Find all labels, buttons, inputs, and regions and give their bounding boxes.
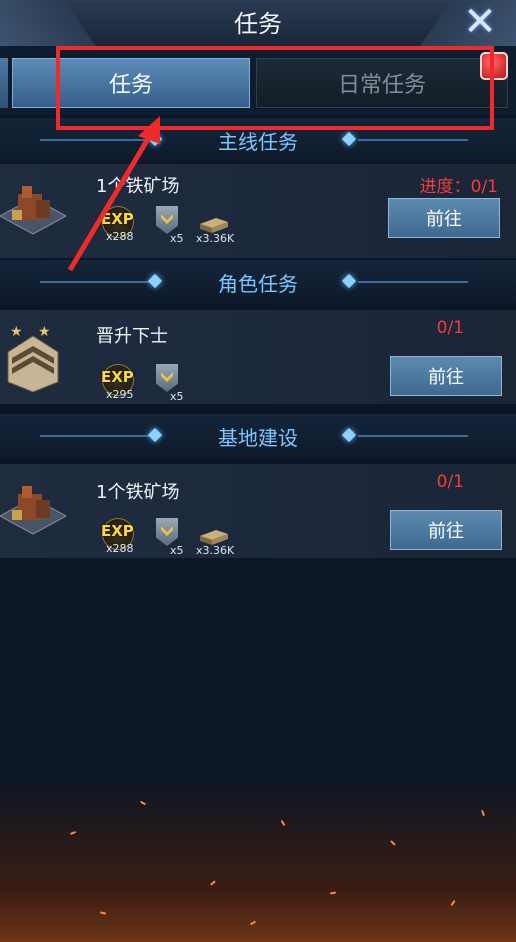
task-name: 晋升下士	[96, 326, 168, 347]
go-button[interactable]: 前往	[390, 356, 502, 396]
resource-bars-icon	[200, 218, 228, 233]
reward-exp: EXP x288	[100, 516, 140, 555]
task-name: 1个铁矿场	[96, 482, 180, 503]
iron-mine-icon	[0, 486, 66, 535]
reward-exp: EXP x295	[100, 362, 140, 401]
page-title: 任务	[234, 10, 282, 38]
reward-exp-count: x288	[106, 542, 134, 555]
sergeant-rank-icon: ★ ★	[7, 324, 59, 392]
reward-rank: x5	[154, 516, 194, 557]
section-line-right	[358, 281, 468, 283]
go-button[interactable]: 前往	[390, 510, 502, 550]
rank-medal-icon	[156, 364, 178, 392]
task-progress: 进度：0/1	[419, 177, 498, 197]
task-progress: 0/1	[436, 318, 464, 338]
reward-resource-count: x3.36K	[196, 544, 235, 557]
task-progress: 0/1	[436, 472, 464, 492]
spark	[390, 840, 396, 846]
reward-resource-count: x3.36K	[196, 232, 235, 245]
tab-bar-edge	[0, 58, 8, 108]
close-icon: ✕	[463, 0, 497, 45]
task-row: ★ ★ 晋升下士 0/1 EXP x295 x5 前往	[0, 310, 516, 404]
section-title: 角色任务	[218, 271, 298, 296]
header-bar: 任务 ✕	[0, 0, 516, 48]
spark	[210, 880, 216, 886]
section-header-base: 基地建设	[0, 414, 516, 458]
spark	[99, 911, 107, 915]
svg-text:★: ★	[38, 324, 51, 340]
spark	[329, 891, 337, 895]
reward-rank: x5	[154, 362, 194, 403]
spark	[481, 809, 485, 817]
spark	[450, 899, 456, 907]
annotation-arrow	[67, 116, 160, 272]
section-line-right	[358, 435, 468, 437]
svg-text:★: ★	[10, 324, 23, 340]
spark	[69, 831, 77, 835]
reward-exp-count: x295	[106, 388, 134, 401]
exp-label: EXP	[101, 368, 134, 386]
diamond-icon	[341, 427, 357, 443]
reward-rank-count: x5	[170, 390, 184, 403]
spark	[249, 920, 257, 926]
exp-label: EXP	[101, 522, 134, 540]
spark	[139, 800, 147, 806]
reward-rank-count: x5	[170, 544, 184, 557]
section-title: 基地建设	[218, 425, 298, 450]
spark	[280, 819, 286, 827]
section-line-left	[40, 435, 150, 437]
section-line-left	[40, 281, 150, 283]
reward-resource: x3.36K	[194, 516, 234, 557]
go-button[interactable]: 前往	[388, 198, 500, 238]
diamond-icon	[147, 427, 163, 443]
resource-bars-icon	[200, 530, 228, 545]
rank-medal-icon	[156, 518, 178, 546]
iron-mine-icon	[0, 186, 66, 235]
task-row: 1个铁矿场 0/1 EXP x288 x5 x3.36K 前往	[0, 464, 516, 558]
close-button[interactable]: ✕	[460, 2, 500, 42]
diamond-icon	[341, 131, 357, 147]
diamond-icon	[341, 273, 357, 289]
section-line-right	[358, 139, 468, 141]
reward-resource: x3.36K	[194, 204, 234, 245]
background-fire-glow	[0, 772, 516, 942]
